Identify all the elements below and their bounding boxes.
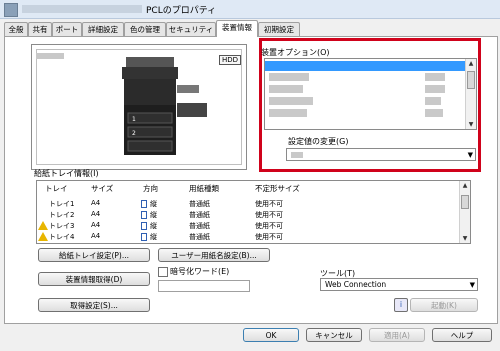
tab-general[interactable]: 全般 xyxy=(4,22,28,36)
tab-ports[interactable]: ポート xyxy=(52,22,82,36)
scroll-up-icon[interactable]: ▲ xyxy=(460,181,470,190)
scroll-thumb[interactable] xyxy=(467,71,475,89)
scroll-up-icon[interactable]: ▲ xyxy=(466,59,476,68)
ok-button[interactable]: OK xyxy=(243,328,299,342)
column-header-tray: トレイ xyxy=(45,184,68,193)
tray-list-scrollbar[interactable]: ▲ ▼ xyxy=(459,181,470,243)
scroll-thumb[interactable] xyxy=(461,195,469,209)
tray-cell: トレイ4 xyxy=(49,233,75,241)
window-title: PCLのプロパティ xyxy=(146,6,217,16)
size-cell: A4 xyxy=(91,199,101,207)
setting-value-select[interactable]: ▼ xyxy=(286,148,476,161)
scroll-down-icon[interactable]: ▼ xyxy=(460,234,470,243)
custom-size-cell: 使用不可 xyxy=(255,200,283,208)
custom-size-cell: 使用不可 xyxy=(255,222,283,230)
size-cell: A4 xyxy=(91,210,101,218)
tab-advanced[interactable]: 詳細設定 xyxy=(82,22,124,36)
option-value-redacted xyxy=(425,109,443,117)
table-row[interactable]: トレイ4 A4 縦 普通紙 使用不可 xyxy=(37,232,457,241)
encryption-word-input[interactable] xyxy=(158,280,250,292)
option-redacted xyxy=(269,97,313,105)
device-options-list[interactable]: ▲ ▼ xyxy=(264,58,477,130)
apply-button[interactable]: 適用(A) xyxy=(369,328,425,342)
column-header-size: サイズ xyxy=(91,184,114,193)
column-header-paper-type: 用紙種類 xyxy=(189,184,219,193)
option-value-redacted xyxy=(425,73,445,81)
option-redacted xyxy=(269,73,309,81)
paper-cell: 普通紙 xyxy=(189,211,210,219)
portrait-doc-icon xyxy=(141,211,147,219)
tray-info-label: 給紙トレイ情報(I) xyxy=(34,169,99,178)
printer-icon xyxy=(4,3,18,17)
tab-device-info[interactable]: 装置情報 xyxy=(216,20,258,37)
tab-sharing[interactable]: 共有 xyxy=(28,22,52,36)
portrait-doc-icon xyxy=(141,233,147,241)
tool-selected-value: Web Connection xyxy=(325,280,387,289)
paper-cell: 普通紙 xyxy=(189,233,210,241)
option-value-redacted xyxy=(425,85,445,93)
direction-cell: 縦 xyxy=(150,211,157,219)
device-image-frame: 1 2 xyxy=(31,44,247,170)
svg-text:2: 2 xyxy=(132,130,136,137)
setting-value-redacted xyxy=(291,152,303,158)
option-redacted xyxy=(269,109,307,117)
printer-name-redacted xyxy=(22,5,142,13)
option-redacted xyxy=(269,85,303,93)
portrait-doc-icon xyxy=(141,222,147,230)
hdd-badge: HDD xyxy=(219,55,242,65)
size-cell: A4 xyxy=(91,232,101,240)
tab-security[interactable]: セキュリティ xyxy=(166,22,216,36)
tray-info-list[interactable]: トレイ サイズ 方向 用紙種類 不定形サイズ トレイ1 A4 縦 普通紙 使用不… xyxy=(36,180,471,244)
info-icon[interactable]: i xyxy=(394,298,408,312)
portrait-doc-icon xyxy=(141,200,147,208)
selected-option[interactable] xyxy=(265,61,465,71)
direction-cell: 縦 xyxy=(150,233,157,241)
warning-icon xyxy=(38,232,48,241)
title-bar: PCLのプロパティ xyxy=(0,0,500,19)
acquire-settings-button[interactable]: 取得設定(S)... xyxy=(38,298,150,312)
tray-cell: トレイ3 xyxy=(49,222,75,230)
user-paper-name-button[interactable]: ユーザー用紙名設定(B)... xyxy=(158,248,270,262)
table-row[interactable]: トレイ3 A4 縦 普通紙 使用不可 xyxy=(37,221,457,231)
paper-cell: 普通紙 xyxy=(189,200,210,208)
scroll-down-icon[interactable]: ▼ xyxy=(466,120,476,129)
device-illustration: 1 2 xyxy=(122,57,207,155)
warning-icon xyxy=(38,221,48,230)
size-cell: A4 xyxy=(91,221,101,229)
chevron-down-icon: ▼ xyxy=(467,151,473,159)
column-header-custom-size: 不定形サイズ xyxy=(255,184,300,193)
svg-text:1: 1 xyxy=(132,116,136,123)
paper-cell: 普通紙 xyxy=(189,222,210,230)
tray-cell: トレイ1 xyxy=(49,200,75,208)
table-row[interactable]: トレイ1 A4 縦 普通紙 使用不可 xyxy=(37,199,457,209)
tab-color-management[interactable]: 色の管理 xyxy=(124,22,166,36)
setting-change-label: 設定値の変更(G) xyxy=(288,137,349,146)
help-button[interactable]: ヘルプ xyxy=(432,328,492,342)
direction-cell: 縦 xyxy=(150,200,157,208)
tray-setting-button[interactable]: 給紙トレイ設定(P)... xyxy=(38,248,150,262)
custom-size-cell: 使用不可 xyxy=(255,233,283,241)
tray-cell: トレイ2 xyxy=(49,211,75,219)
options-scrollbar[interactable]: ▲ ▼ xyxy=(465,59,476,129)
encryption-label: 暗号化ワード(E) xyxy=(170,267,230,276)
cancel-button[interactable]: キャンセル xyxy=(306,328,362,342)
launch-button[interactable]: 起動(K) xyxy=(410,298,478,312)
device-name-redacted xyxy=(36,53,64,59)
device-options-label: 装置オプション(O) xyxy=(261,48,330,57)
table-row[interactable]: トレイ2 A4 縦 普通紙 使用不可 xyxy=(37,210,457,220)
option-value-redacted xyxy=(425,97,441,105)
custom-size-cell: 使用不可 xyxy=(255,211,283,219)
column-header-direction: 方向 xyxy=(143,184,158,193)
tool-select[interactable]: Web Connection ▼ xyxy=(320,278,478,291)
get-device-info-button[interactable]: 装置情報取得(D) xyxy=(38,272,150,286)
tab-initial-settings[interactable]: 初期設定 xyxy=(258,22,300,36)
chevron-down-icon: ▼ xyxy=(469,281,475,289)
direction-cell: 縦 xyxy=(150,222,157,230)
encryption-checkbox[interactable] xyxy=(158,267,168,277)
